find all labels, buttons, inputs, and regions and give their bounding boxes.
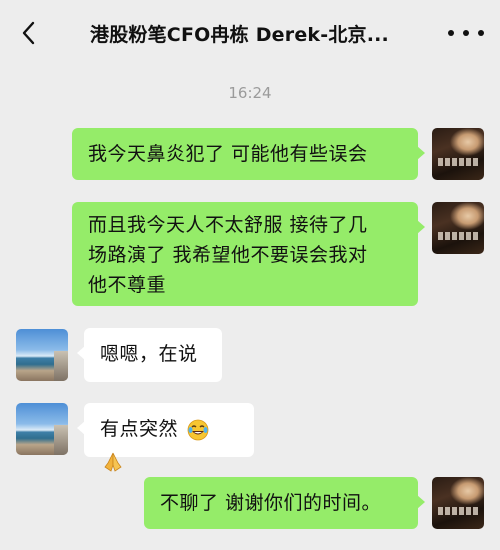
contact-avatar[interactable] [16, 329, 68, 381]
message-bubble-other[interactable]: 嗯嗯，在说 [77, 328, 222, 382]
back-button[interactable] [14, 19, 42, 47]
message-bubble-self[interactable]: 我今天鼻炎犯了 可能他有些误会 [72, 128, 425, 180]
contact-avatar[interactable] [16, 403, 68, 455]
chat-title: 港股粉笔CFO冉栋 Derek-北京... [90, 24, 389, 46]
message-text: 我今天鼻炎犯了 可能他有些误会 [88, 143, 368, 165]
message-text: 不聊了 谢谢你们的时间。 [160, 492, 382, 514]
message-text: 有点突然 [100, 418, 179, 440]
self-avatar[interactable] [432, 477, 484, 529]
chat-header: 港股粉笔CFO冉栋 Derek-北京... [0, 0, 500, 66]
self-avatar[interactable] [432, 202, 484, 254]
more-dots-icon [463, 30, 469, 36]
message-bubble-self[interactable]: 不聊了 谢谢你们的时间。 [144, 477, 425, 529]
message-text: 嗯嗯，在说 [100, 343, 198, 365]
more-dots-icon [478, 30, 484, 36]
message-text-line: 场路演了 我希望他不要误会我对 [88, 244, 368, 266]
more-dots-icon [448, 30, 454, 36]
message-bubble-self[interactable]: 而且我今天人不太舒服 接待了几 场路演了 我希望他不要误会我对 他不尊重 [72, 202, 425, 306]
self-avatar[interactable] [432, 128, 484, 180]
message-timestamp: 16:24 [228, 84, 272, 102]
more-button[interactable] [448, 20, 484, 46]
praying-hands-emoji [104, 452, 122, 472]
message-text-line: 而且我今天人不太舒服 接待了几 [88, 214, 368, 236]
message-bubble-other[interactable]: 有点突然 [77, 403, 254, 472]
laughing-tears-emoji [187, 419, 208, 440]
chevron-left-icon [22, 21, 35, 45]
message-text-line: 他不尊重 [88, 274, 167, 296]
